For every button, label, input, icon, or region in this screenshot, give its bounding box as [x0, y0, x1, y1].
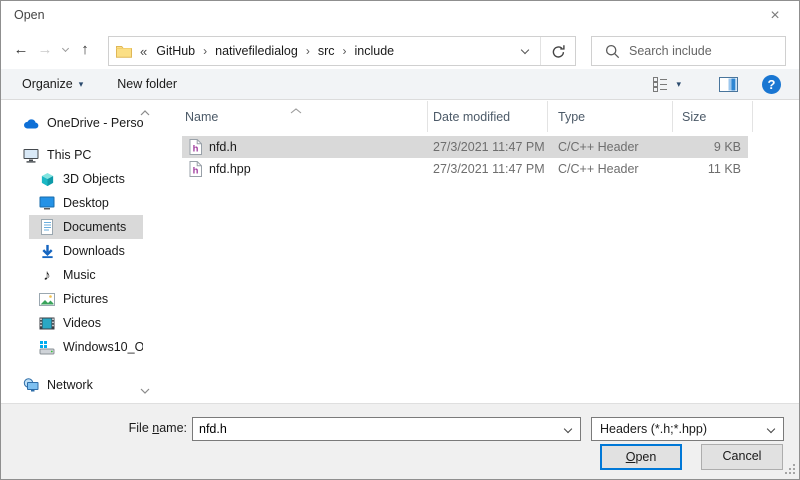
column-headers: Name Date modified Type Size — [171, 101, 797, 132]
dialog-footer: File name: Headers (*.h;*.hpp) Open Canc… — [1, 403, 799, 480]
sidebar-scroll-up-icon[interactable] — [137, 105, 153, 121]
sidebar-item-windows10-os[interactable]: Windows10_OS (C:) — [29, 335, 143, 359]
column-header-date-modified[interactable]: Date modified — [428, 101, 548, 132]
chevron-down-icon — [767, 425, 775, 433]
file-name: nfd.hpp — [209, 162, 251, 176]
close-icon[interactable]: × — [761, 4, 789, 28]
file-type-filter-select[interactable]: Headers (*.h;*.hpp) — [591, 417, 784, 441]
network-icon — [23, 377, 39, 393]
videos-icon — [39, 315, 55, 331]
search-icon — [605, 44, 620, 59]
address-bar[interactable]: « GitHub › nativefiledialog › src › incl… — [108, 36, 576, 66]
preview-pane-button[interactable] — [713, 77, 744, 92]
sidebar-item-this-pc[interactable]: This PC — [15, 143, 143, 167]
command-toolbar: Organize ▾ New folder ▾ ? — [1, 69, 799, 100]
file-name-combo — [192, 417, 581, 441]
open-dialog-window: Open × ← → ↑ « GitHub › nativefiledialog… — [0, 0, 800, 480]
chevron-down-icon: ▾ — [676, 79, 681, 90]
open-button[interactable]: Open — [600, 444, 682, 470]
file-type: C/C++ Header — [548, 140, 673, 154]
svg-text:h: h — [193, 144, 199, 155]
back-icon[interactable]: ← — [9, 37, 33, 63]
sidebar-item-network[interactable]: Network — [15, 373, 143, 397]
forward-icon: → — [33, 37, 57, 63]
organize-button[interactable]: Organize ▾ — [12, 69, 93, 99]
breadcrumb-segment-nativefiledialog[interactable]: nativefiledialog — [213, 44, 300, 58]
header-file-icon: h — [189, 161, 202, 177]
search-box — [591, 36, 786, 66]
file-date: 27/3/2021 11:47 PM — [428, 162, 548, 176]
3d-objects-icon — [39, 171, 55, 187]
navigation-pane: OneDrive - Personal This PC 3D Objects D… — [1, 101, 169, 403]
sidebar-item-onedrive[interactable]: OneDrive - Personal — [15, 111, 143, 135]
music-note-icon: ♪ — [39, 267, 55, 283]
new-folder-button[interactable]: New folder — [107, 69, 187, 99]
navigation-bar: ← → ↑ « GitHub › nativefiledialog › src … — [1, 31, 799, 69]
sidebar-item-desktop[interactable]: Desktop — [29, 191, 143, 215]
file-list: Name Date modified Type Size h nfd.h 27/… — [171, 101, 797, 403]
resize-grip[interactable] — [785, 464, 796, 478]
sidebar-item-videos[interactable]: Videos — [29, 311, 143, 335]
svg-text:h: h — [193, 166, 199, 177]
file-date: 27/3/2021 11:47 PM — [428, 140, 548, 154]
file-row-nfd-hpp[interactable]: h nfd.hpp 27/3/2021 11:47 PM C/C++ Heade… — [182, 158, 748, 180]
breadcrumb-segment-github[interactable]: GitHub — [154, 44, 197, 58]
sort-ascending-icon — [290, 103, 302, 117]
recent-locations-icon[interactable] — [57, 37, 73, 63]
chevron-down-icon: ▾ — [79, 79, 84, 90]
sidebar-item-music[interactable]: ♪ Music — [29, 263, 143, 287]
documents-icon — [39, 219, 55, 235]
search-input[interactable] — [629, 44, 785, 58]
onedrive-cloud-icon — [23, 115, 39, 131]
file-size: 9 KB — [673, 140, 748, 154]
preview-pane-icon — [719, 77, 738, 92]
file-name-label: File name: — [101, 421, 187, 435]
sidebar-item-downloads[interactable]: Downloads — [29, 239, 143, 263]
file-type: C/C++ Header — [548, 162, 673, 176]
header-file-icon: h — [189, 139, 202, 155]
sidebar-item-documents[interactable]: Documents — [29, 215, 143, 239]
breadcrumb-collapse[interactable]: « — [140, 44, 147, 59]
breadcrumb-separator-icon: › — [306, 44, 310, 58]
sidebar-item-pictures[interactable]: Pictures — [29, 287, 143, 311]
pictures-icon — [39, 291, 55, 307]
refresh-icon[interactable] — [540, 37, 575, 65]
change-view-button[interactable]: ▾ — [646, 71, 687, 97]
main-area: OneDrive - Personal This PC 3D Objects D… — [1, 101, 799, 403]
cancel-button[interactable]: Cancel — [701, 444, 783, 470]
this-pc-icon — [23, 147, 39, 163]
file-name: nfd.h — [209, 140, 237, 154]
window-title: Open — [14, 8, 45, 22]
column-header-size[interactable]: Size — [673, 101, 753, 132]
column-header-type[interactable]: Type — [548, 101, 673, 132]
file-row-nfd-h[interactable]: h nfd.h 27/3/2021 11:47 PM C/C++ Header … — [182, 136, 748, 158]
breadcrumb-segment-src[interactable]: src — [316, 44, 337, 58]
file-name-input[interactable] — [193, 422, 556, 436]
sidebar-item-3d-objects[interactable]: 3D Objects — [29, 167, 143, 191]
desktop-icon — [39, 195, 55, 211]
drive-icon — [39, 339, 55, 355]
downloads-icon — [39, 243, 55, 259]
file-size: 11 KB — [673, 162, 748, 176]
toolbar-right-group: ▾ ? — [646, 71, 799, 97]
address-dropdown-icon[interactable] — [510, 37, 540, 65]
sidebar-scroll-down-icon[interactable] — [137, 383, 153, 399]
help-button[interactable]: ? — [762, 75, 781, 94]
breadcrumb-separator-icon: › — [203, 44, 207, 58]
chevron-down-icon[interactable] — [564, 425, 572, 433]
folder-icon — [116, 44, 132, 58]
details-view-icon — [652, 76, 668, 92]
breadcrumb-separator-icon: › — [343, 44, 347, 58]
titlebar: Open × — [1, 1, 799, 31]
breadcrumb: « GitHub › nativefiledialog › src › incl… — [109, 44, 510, 59]
breadcrumb-segment-include[interactable]: include — [353, 44, 397, 58]
up-icon[interactable]: ↑ — [73, 37, 97, 63]
